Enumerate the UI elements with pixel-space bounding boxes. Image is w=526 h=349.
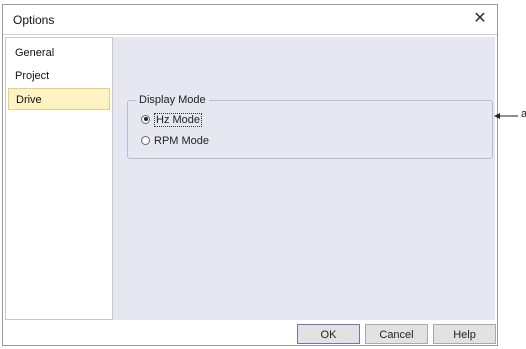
close-icon[interactable]: ✕ xyxy=(469,8,491,30)
hz-mode-radio[interactable] xyxy=(141,114,150,124)
hz-mode-option[interactable]: Hz Mode xyxy=(141,112,203,128)
options-sidebar: General Project Drive xyxy=(5,37,113,320)
title-bar: Options ✕ xyxy=(3,5,497,35)
sidebar-item-general[interactable]: General xyxy=(8,42,110,64)
rpm-mode-radio[interactable] xyxy=(141,135,150,145)
cancel-button[interactable]: Cancel xyxy=(365,324,428,344)
sidebar-item-project[interactable]: Project xyxy=(8,65,110,87)
rpm-mode-option[interactable]: RPM Mode xyxy=(141,133,209,149)
display-mode-legend: Display Mode xyxy=(136,94,209,106)
help-button[interactable]: Help xyxy=(433,324,496,344)
display-mode-group: Display Mode Hz Mode RPM Mode xyxy=(127,94,493,159)
button-bar: OK Cancel Help xyxy=(3,323,497,345)
options-dialog: Options ✕ General Project Drive Display … xyxy=(2,4,498,346)
sidebar-item-drive[interactable]: Drive xyxy=(8,88,110,110)
annotation-label: a xyxy=(521,108,526,120)
dialog-title: Options xyxy=(13,13,55,27)
drive-settings-panel: Display Mode Hz Mode RPM Mode xyxy=(113,37,495,320)
hz-mode-label[interactable]: Hz Mode xyxy=(154,113,203,127)
ok-button[interactable]: OK xyxy=(297,324,360,344)
rpm-mode-label[interactable]: RPM Mode xyxy=(154,135,209,147)
